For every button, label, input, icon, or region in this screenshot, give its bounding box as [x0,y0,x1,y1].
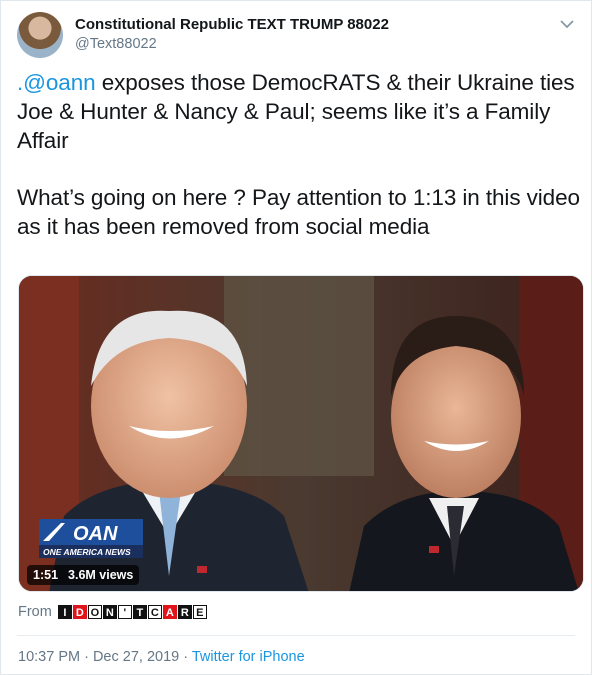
user-names[interactable]: Constitutional Republic TEXT TRUMP 88022… [75,15,389,54]
avatar[interactable] [17,12,63,58]
mention-link[interactable]: .@oann [17,70,96,95]
source-app-link[interactable]: Twitter for iPhone [192,649,305,665]
source-letter: T [132,605,147,619]
source-letter: N [102,605,117,619]
source-letter: D [72,605,87,619]
source-letter: I [57,605,72,619]
source-letter: ' [117,605,132,619]
source-letter: R [177,605,192,619]
source-letter: E [192,605,207,619]
display-name[interactable]: Constitutional Republic TEXT TRUMP 88022 [75,15,389,35]
video-player[interactable]: OAN ONE AMERICA NEWS 1:51 3.6M views [18,275,584,592]
timestamp-link[interactable]: 10:37 PM · Dec 27, 2019 [18,649,179,665]
tweet-text-line2: What’s going on here ? Pay attention to … [17,185,580,239]
from-label: From [18,604,52,620]
user-handle[interactable]: @Text88022 [75,35,389,54]
oan-logo: OAN ONE AMERICA NEWS [39,519,143,559]
source-letter: A [162,605,177,619]
tweet-card: Constitutional Republic TEXT TRUMP 88022… [0,0,592,675]
chevron-down-icon[interactable] [557,14,577,34]
from-attribution: From I D O N ' T C A R E [18,604,207,620]
source-account-link[interactable]: I D O N ' T C A R E [57,605,207,619]
meta-separator: · [179,649,192,665]
video-views: 3.6M views [68,568,134,582]
video-stats-badge: 1:51 3.6M views [27,565,140,585]
tweet-text: .@oann exposes those DemocRATS & their U… [17,68,582,241]
divider [17,635,575,636]
tweet-text-line1: exposes those DemocRATS & their Ukraine … [17,70,575,153]
video-duration: 1:51 [33,568,59,582]
source-letter: C [147,605,162,619]
tweet-header: Constitutional Republic TEXT TRUMP 88022… [17,12,577,58]
tweet-meta: 10:37 PM · Dec 27, 2019 · Twitter for iP… [18,649,305,665]
oan-logo-subtext: ONE AMERICA NEWS [43,547,131,557]
oan-logo-text: OAN [73,523,118,545]
source-letter: O [87,605,102,619]
